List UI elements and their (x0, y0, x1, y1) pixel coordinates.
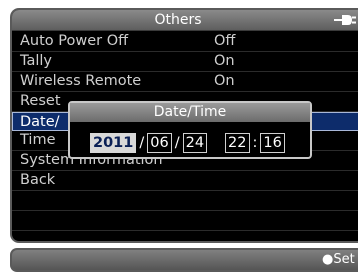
menu-item-label: Tally (20, 53, 52, 69)
menu-item-tally[interactable]: Tally On (12, 52, 358, 72)
date-time-fields: 2011 / 06 / 24 22 : 16 (90, 133, 285, 153)
menu-item-back[interactable]: Back (12, 171, 358, 191)
menu-empty-row (12, 211, 358, 231)
menu-item-label: Back (20, 172, 56, 188)
page-title: Others (154, 12, 202, 28)
day-field[interactable]: 24 (182, 133, 208, 153)
time-separator: : (252, 135, 258, 151)
year-field[interactable]: 2011 (90, 133, 137, 153)
hour-field[interactable]: 22 (225, 133, 250, 153)
menu-item-auto-power-off[interactable]: Auto Power Off Off (12, 32, 358, 52)
menu-item-label: Reset (20, 93, 61, 109)
minute-field[interactable]: 16 (260, 133, 285, 153)
date-separator: / (174, 135, 180, 151)
menu-item-value: On (214, 73, 235, 89)
title-bar: Others (12, 10, 358, 31)
menu-item-label: Date/ (20, 114, 60, 130)
date-separator: / (139, 135, 145, 151)
guide-bar: ●Set (10, 248, 358, 272)
menu-item-wireless-remote[interactable]: Wireless Remote On (12, 72, 358, 92)
set-hint: ●Set (322, 252, 355, 267)
menu-item-label: Time (20, 132, 56, 148)
menu-item-label: Wireless Remote (20, 73, 142, 89)
date-time-dialog: Date/Time 2011 / 06 / 24 22 : 16 (68, 101, 312, 159)
menu-empty-row (12, 191, 358, 211)
menu-item-label: Auto Power Off (20, 33, 129, 49)
dialog-title: Date/Time (70, 103, 310, 122)
menu-item-value: On (214, 53, 235, 69)
plug-icon (334, 15, 356, 25)
menu-item-value: Off (214, 33, 236, 49)
month-field[interactable]: 06 (147, 133, 172, 153)
